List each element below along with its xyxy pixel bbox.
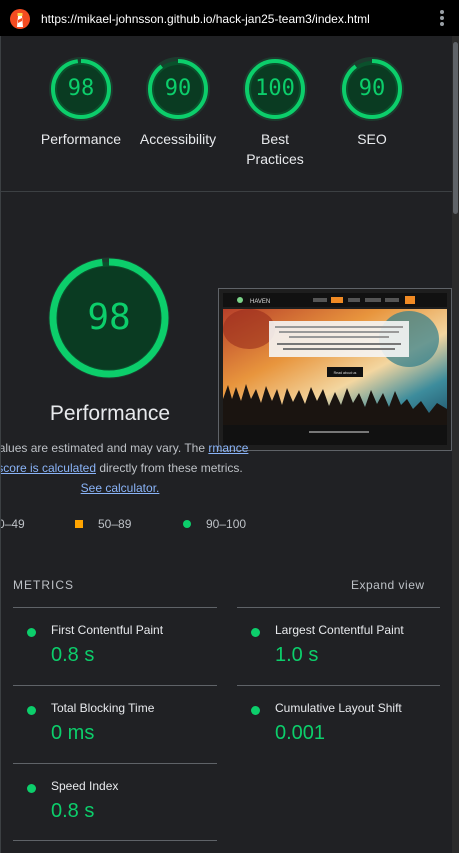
pass-circle-icon <box>251 628 260 637</box>
metric-divider <box>237 607 440 608</box>
gauge-score: 100 <box>255 76 295 101</box>
gauge-score: 90 <box>358 76 386 101</box>
legend-average-label: 50–89 <box>98 517 132 531</box>
kebab-menu-icon[interactable] <box>438 10 446 28</box>
pass-circle-icon <box>251 706 260 715</box>
metric-divider <box>237 685 440 686</box>
gauge-seo[interactable]: 90 SEO <box>322 57 422 149</box>
section-divider <box>1 191 452 192</box>
gauge-label: Accessibility <box>139 131 217 147</box>
average-square-icon <box>75 520 83 528</box>
metric-name: First Contentful Paint <box>51 623 164 637</box>
gauge-label: Best Practices <box>246 131 304 167</box>
expand-view-toggle[interactable]: Expand view <box>351 578 425 592</box>
desc-middle: directly from these metrics. <box>96 461 243 475</box>
metric-name: Total Blocking Time <box>51 701 155 715</box>
gauge-score: 98 <box>67 76 95 101</box>
gauge-score: 90 <box>164 76 192 101</box>
lighthouse-report: 98 Performance 90 Accessibility 100 Best… <box>0 36 452 853</box>
performance-gauge-large: 98 <box>48 257 170 379</box>
desc-prefix: Values are estimated and may vary. The <box>0 441 209 455</box>
panel-edge <box>0 36 1 853</box>
metric-name: Speed Index <box>51 779 119 793</box>
scrollbar-thumb[interactable] <box>453 42 458 214</box>
metric-divider <box>13 840 217 841</box>
gauge-label: Performance <box>40 131 122 147</box>
metric-value: 1.0 s <box>275 644 319 666</box>
gauge-accessibility[interactable]: 90 Accessibility <box>128 57 228 149</box>
metric-value: 0 ms <box>51 722 95 744</box>
thumb-brand: HAVEN <box>250 299 270 305</box>
legend-average: 50–89 <box>75 517 131 531</box>
legend-fail-label: 0–49 <box>0 517 25 531</box>
metric-value: 0.8 s <box>51 800 95 822</box>
metric-divider <box>13 607 217 608</box>
legend-pass: 90–100 <box>183 517 246 531</box>
pass-circle-icon <box>183 520 191 528</box>
performance-score: 98 <box>87 297 131 338</box>
see-calculator-link[interactable]: See calculator. <box>81 481 160 495</box>
lighthouse-icon <box>10 9 30 29</box>
metrics-heading: METRICS <box>13 578 74 592</box>
legend-pass-label: 90–100 <box>206 517 247 531</box>
metric-name: Largest Contentful Paint <box>275 623 404 637</box>
gauge-label: SEO <box>357 131 387 147</box>
browser-url-bar: https://mikael-johnsson.github.io/hack-j… <box>0 0 459 36</box>
metric-name: Cumulative Layout Shift <box>275 701 402 715</box>
metric-value: 0.001 <box>275 722 326 744</box>
metric-value: 0.8 s <box>51 644 95 666</box>
pass-circle-icon <box>27 784 36 793</box>
performance-title: Performance <box>49 402 171 425</box>
performance-description: Values are estimated and may vary. The r… <box>0 438 250 498</box>
pass-circle-icon <box>27 628 36 637</box>
metric-divider <box>13 685 217 686</box>
gauge-performance[interactable]: 98 Performance <box>31 57 131 149</box>
metric-divider <box>13 763 217 764</box>
page-screenshot-thumbnail[interactable]: HAVEN Read about us <box>218 288 452 451</box>
gauge-best-practices[interactable]: 100 Best Practices <box>225 57 325 169</box>
page-screenshot-image: HAVEN Read about us <box>219 289 451 450</box>
scrollbar[interactable] <box>452 36 459 853</box>
page-url[interactable]: https://mikael-johnsson.github.io/hack-j… <box>41 12 370 26</box>
pass-circle-icon <box>27 706 36 715</box>
legend-fail: 0–49 <box>0 517 25 531</box>
thumb-cta: Read about us <box>334 371 357 375</box>
